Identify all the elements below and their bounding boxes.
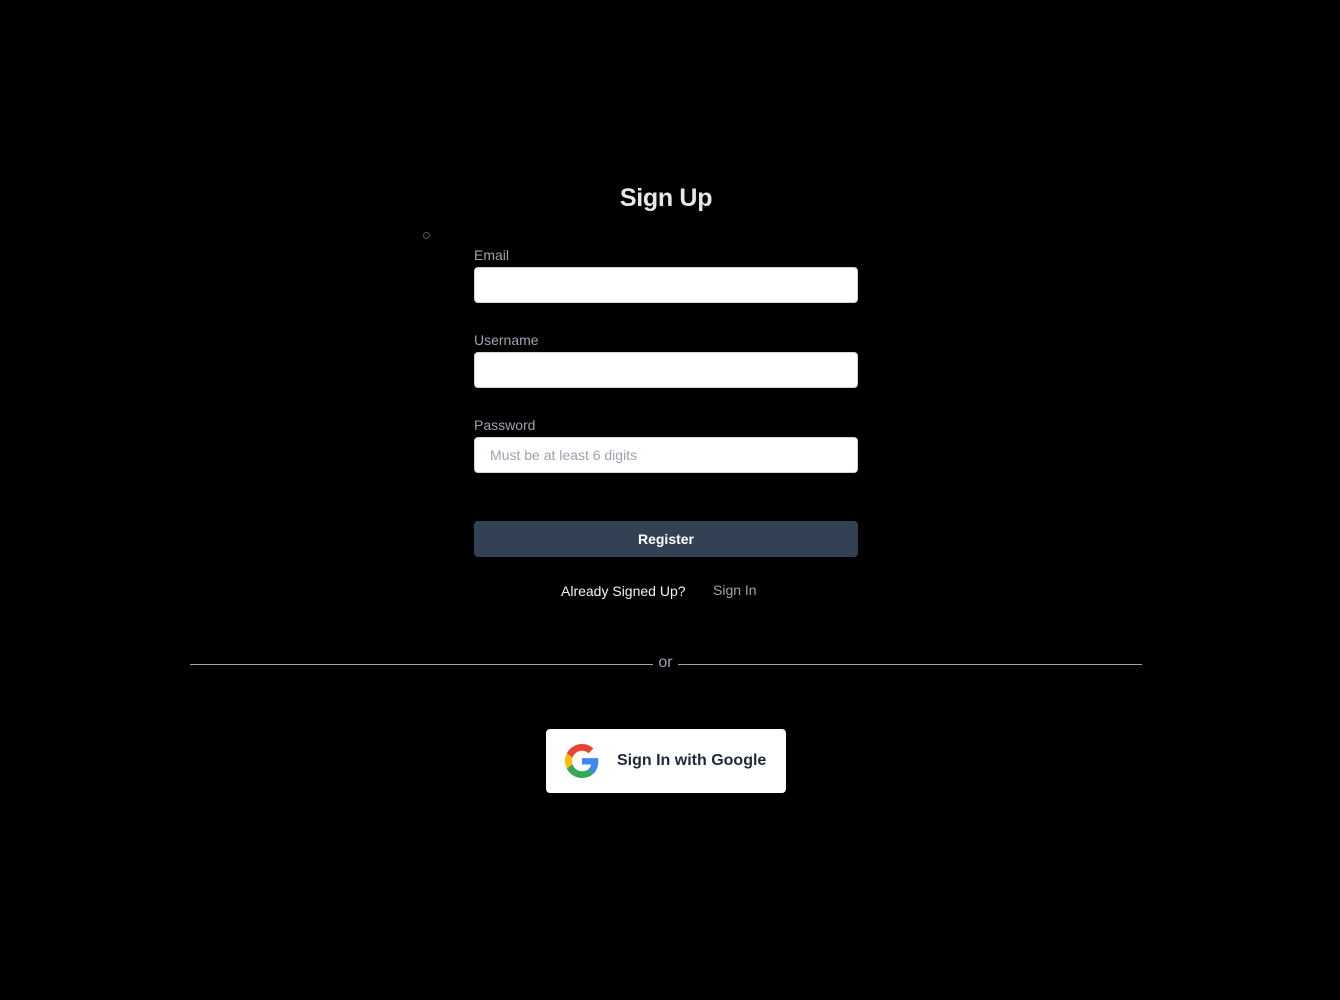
username-field[interactable]: [474, 352, 858, 388]
password-label: Password: [474, 417, 536, 433]
radio-dot-icon: [423, 232, 430, 239]
already-signed-up-text: Already Signed Up?: [561, 583, 686, 599]
google-sign-in-button[interactable]: Sign In with Google: [546, 729, 786, 793]
google-sign-in-label: Sign In with Google: [617, 752, 767, 769]
divider-line-left: [190, 664, 653, 665]
email-label: Email: [474, 247, 510, 263]
register-button[interactable]: Register: [474, 521, 858, 557]
divider-or-text: or: [658, 654, 673, 671]
divider-line-right: [678, 664, 1142, 665]
google-icon: [565, 744, 599, 778]
username-label: Username: [474, 332, 539, 348]
password-field[interactable]: [474, 437, 858, 473]
email-field[interactable]: [474, 267, 858, 303]
sign-in-link[interactable]: Sign In: [713, 582, 757, 598]
page-title: Sign Up: [619, 184, 713, 212]
signup-page: Sign Up Email Username Password Register…: [0, 0, 1340, 1000]
